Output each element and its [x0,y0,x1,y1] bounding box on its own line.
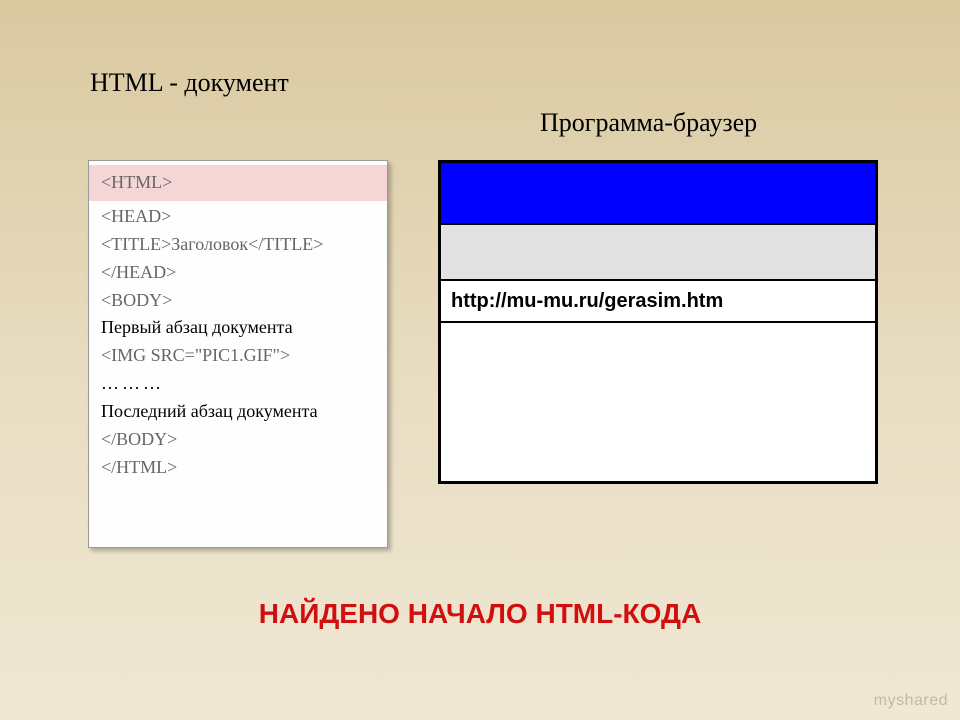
code-line-head-open: <HEAD> [101,203,375,231]
status-message: НАЙДЕНО НАЧАЛО HTML-КОДА [0,598,960,630]
browser-titlebar [441,163,875,225]
browser-address-bar[interactable]: http://mu-mu.ru/gerasim.htm [441,281,875,323]
watermark: myshared [874,692,948,710]
code-line-html-close: </HTML> [101,454,375,482]
browser-content-area [441,323,875,481]
title-browser-program: Программа-браузер [540,108,757,138]
code-line-head-close: </HEAD> [101,259,375,287]
code-line-body-close: </BODY> [101,426,375,454]
html-source-panel: <HTML> <HEAD> <TITLE>Заголовок</TITLE> <… [88,160,388,548]
code-line-img: <IMG SRC="PIC1.GIF"> [101,342,375,370]
code-line-title: <TITLE>Заголовок</TITLE> [101,231,375,259]
title-html-document: HTML - документ [90,68,289,98]
code-line-last-paragraph: Последний абзац документа [101,398,375,426]
browser-window: http://mu-mu.ru/gerasim.htm [438,160,878,484]
code-line-ellipsis: ……… [101,370,375,398]
code-line-html-open: <HTML> [89,165,387,201]
code-line-body-open: <BODY> [101,287,375,315]
code-line-first-paragraph: Первый абзац документа [101,314,375,342]
browser-toolbar [441,225,875,281]
